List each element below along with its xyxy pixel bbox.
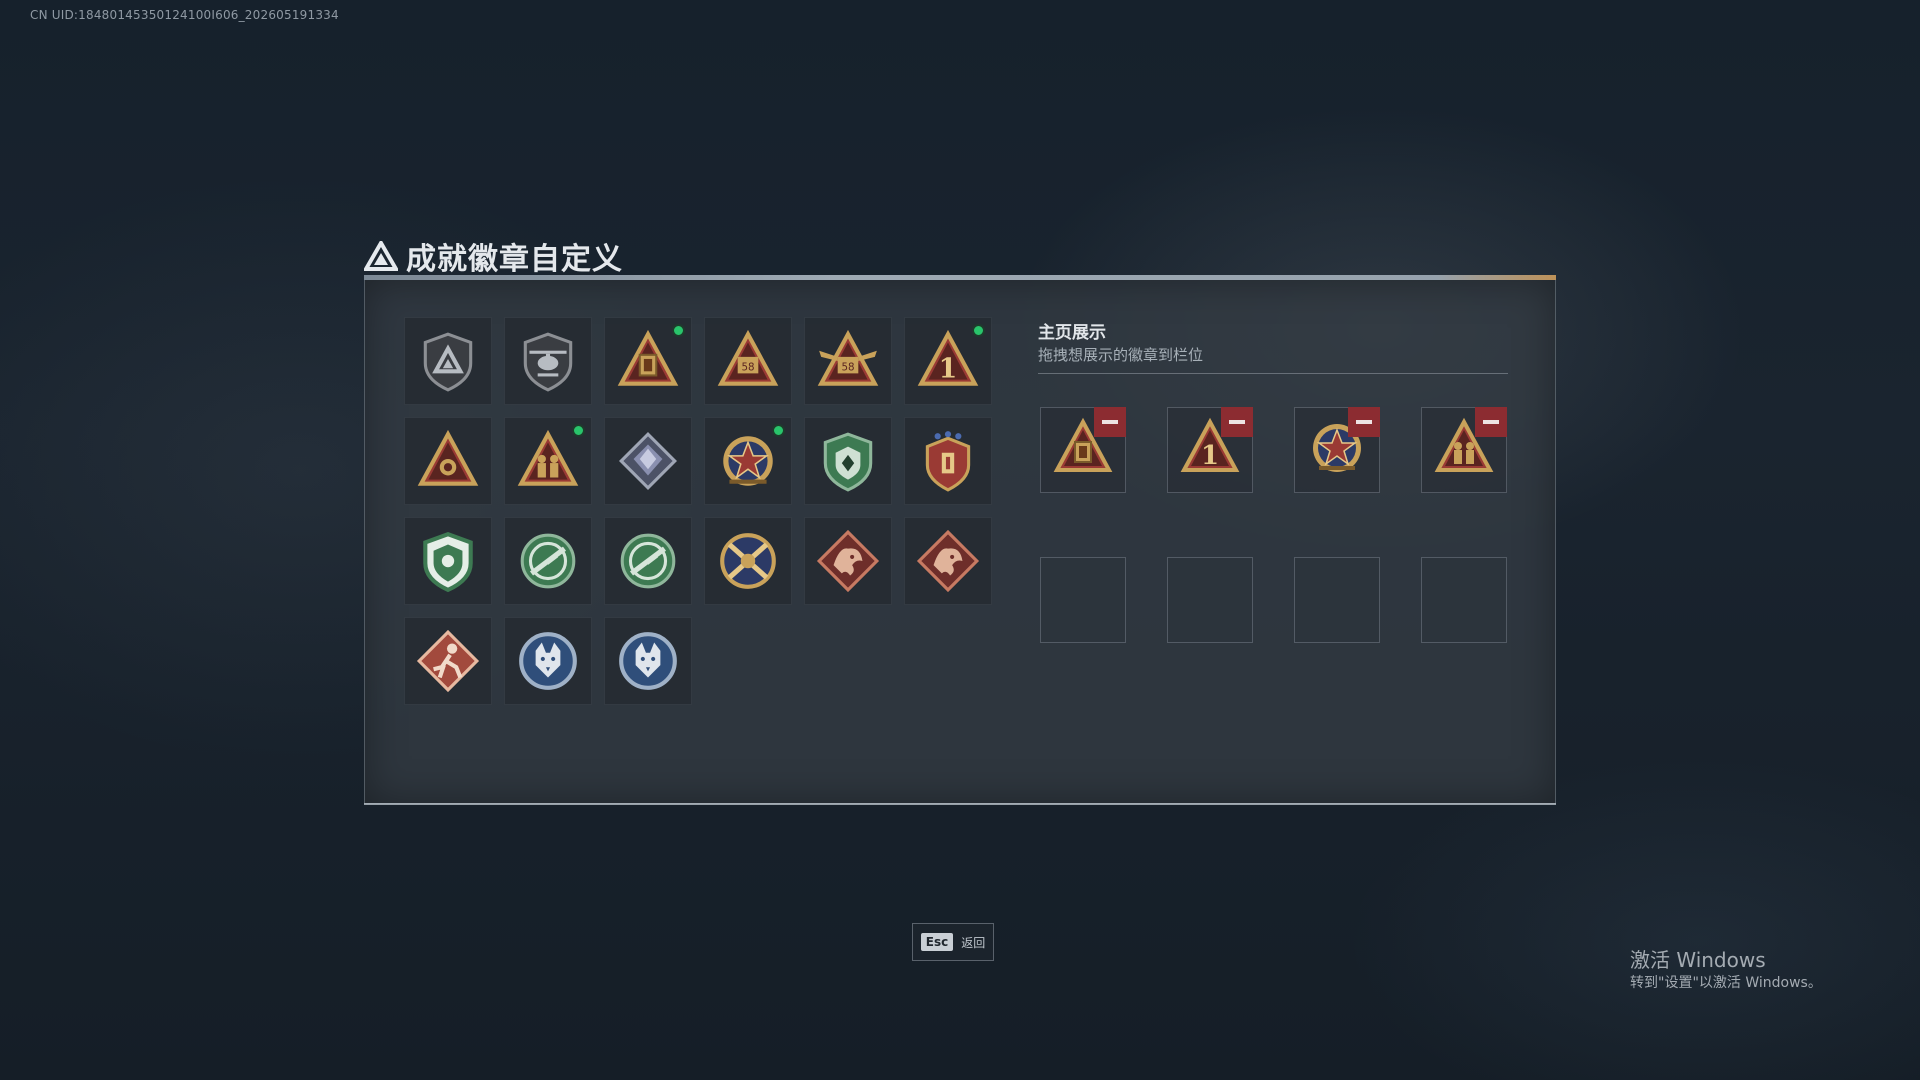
minus-icon — [1229, 420, 1245, 424]
badge-cell[interactable] — [404, 417, 492, 505]
badge-gold-lantern-icon — [615, 328, 681, 394]
home-display-slot[interactable] — [1421, 557, 1507, 643]
badge-gold-soldiers-icon — [515, 428, 581, 494]
panel-bottom-divider — [364, 803, 1556, 805]
badge-cell[interactable] — [504, 517, 592, 605]
badge-cell[interactable] — [504, 617, 592, 705]
badge-red-runner-icon — [415, 628, 481, 694]
badge-cell[interactable] — [804, 417, 892, 505]
remove-slot-button[interactable] — [1348, 407, 1380, 437]
home-display-divider — [1038, 373, 1508, 374]
svg-text:1: 1 — [1201, 441, 1219, 471]
badge-red-dragon-2-icon — [915, 528, 981, 594]
badge-green-shield-icon — [815, 428, 881, 494]
dialog-header: 成就徽章自定义 — [364, 234, 623, 278]
badge-green-armor-icon — [415, 528, 481, 594]
home-display-slot[interactable] — [1040, 407, 1126, 493]
badge-cell[interactable] — [604, 517, 692, 605]
new-indicator-dot — [972, 324, 985, 337]
home-display-slot[interactable] — [1421, 407, 1507, 493]
badge-cell[interactable] — [704, 417, 792, 505]
windows-activation-title: 激活 Windows — [1630, 948, 1766, 972]
svg-text:1: 1 — [939, 354, 958, 385]
badge-gold-58-icon: 58 — [715, 328, 781, 394]
home-display-slot[interactable] — [1294, 557, 1380, 643]
badge-silver-diamond-icon — [615, 428, 681, 494]
badge-cell[interactable] — [504, 317, 592, 405]
home-display-title: 主页展示 — [1038, 323, 1106, 343]
back-label: 返回 — [961, 935, 986, 950]
minus-icon — [1102, 420, 1118, 424]
home-display-slot[interactable] — [1040, 557, 1126, 643]
badge-green-rifle-2-icon — [615, 528, 681, 594]
new-indicator-dot — [772, 424, 785, 437]
new-indicator-dot — [572, 424, 585, 437]
badge-cell[interactable] — [804, 517, 892, 605]
badge-red-dragon-1-icon — [815, 528, 881, 594]
svg-text:58: 58 — [841, 361, 854, 373]
back-button[interactable]: Esc 返回 — [912, 923, 994, 961]
home-display-slot[interactable]: 1 — [1167, 407, 1253, 493]
badge-cell[interactable] — [604, 417, 692, 505]
new-indicator-dot — [672, 324, 685, 337]
badge-gold-cross-rifle-icon — [715, 528, 781, 594]
badge-gold-one-icon: 1 — [915, 328, 981, 394]
badge-cell[interactable]: 58 — [804, 317, 892, 405]
dialog-title: 成就徽章自定义 — [406, 242, 623, 277]
badge-red-star-medal-icon — [715, 428, 781, 494]
remove-slot-button[interactable] — [1221, 407, 1253, 437]
badge-gold-winged-58-icon: 58 — [815, 328, 881, 394]
badge-cell[interactable] — [604, 317, 692, 405]
esc-key-label: Esc — [920, 933, 954, 951]
badge-cell[interactable] — [604, 617, 692, 705]
badge-cell[interactable] — [704, 517, 792, 605]
badge-gold-gem-icon — [415, 428, 481, 494]
minus-icon — [1356, 420, 1372, 424]
minus-icon — [1483, 420, 1499, 424]
badge-helicopter-icon — [515, 328, 581, 394]
home-display-slot[interactable] — [1167, 557, 1253, 643]
badge-cell[interactable] — [404, 517, 492, 605]
home-display-slot[interactable] — [1294, 407, 1380, 493]
badge-green-rifle-1-icon — [515, 528, 581, 594]
badge-cell[interactable] — [404, 617, 492, 705]
badge-cell[interactable] — [904, 417, 992, 505]
badge-shield-delta-icon — [415, 328, 481, 394]
badge-red-eagle-shield-icon — [915, 428, 981, 494]
badge-cell[interactable]: 1 — [904, 317, 992, 405]
badge-wolf-1-icon — [515, 628, 581, 694]
remove-slot-button[interactable] — [1475, 407, 1507, 437]
badge-grid: 58 58 1 — [404, 317, 992, 705]
badge-wolf-2-icon — [615, 628, 681, 694]
badge-cell[interactable] — [904, 517, 992, 605]
badge-cell[interactable] — [504, 417, 592, 505]
svg-text:58: 58 — [741, 361, 754, 373]
remove-slot-button[interactable] — [1094, 407, 1126, 437]
badge-cell[interactable]: 58 — [704, 317, 792, 405]
windows-activation-subtitle: 转到"设置"以激活 Windows。 — [1630, 975, 1822, 991]
badge-cell[interactable] — [404, 317, 492, 405]
home-display-subtitle: 拖拽想展示的徽章到栏位 — [1038, 346, 1204, 364]
uid-text: CN UID:18480145350124100I606_20260519133… — [30, 8, 339, 22]
tri-logo-icon — [364, 241, 398, 271]
